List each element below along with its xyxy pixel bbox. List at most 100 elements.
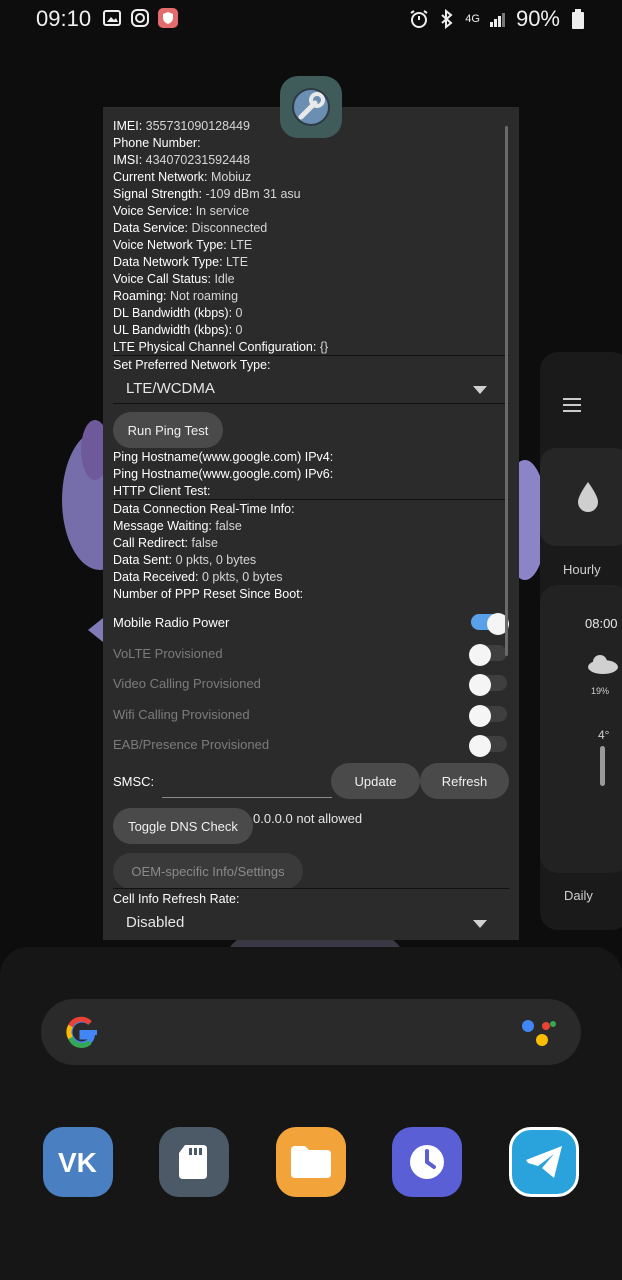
google-logo-icon[interactable]	[63, 1013, 101, 1051]
cloud-icon	[588, 655, 618, 674]
status-time: 09:10	[36, 6, 92, 31]
alarm-icon	[409, 9, 429, 29]
switch-thumb	[469, 674, 491, 696]
cell-refresh-spinner[interactable]: Disabled	[113, 908, 509, 938]
info-label: Data Received:	[113, 570, 199, 584]
info-row: LTE Physical Channel Configuration: {}	[113, 339, 328, 356]
info-row: Data Sent: 0 pkts, 0 bytes	[113, 552, 256, 569]
google-search-bar[interactable]	[41, 999, 581, 1065]
info-value: LTE	[230, 238, 253, 252]
menu-icon[interactable]	[563, 396, 581, 414]
divider	[113, 403, 509, 404]
info-label: Data Network Type:	[113, 255, 223, 269]
info-label: Voice Call Status:	[113, 272, 211, 286]
info-value: Not roaming	[169, 289, 239, 303]
info-label: IMEI:	[113, 119, 143, 133]
info-label: Data Connection Real-Time Info:	[113, 502, 295, 516]
info-label: Phone Number:	[113, 136, 201, 150]
run-ping-test-button[interactable]: Run Ping Test	[113, 412, 223, 448]
google-assistant-icon[interactable]	[520, 1016, 558, 1048]
dialog-scrollbar[interactable]	[505, 126, 508, 656]
info-row: Call Redirect: false	[113, 535, 218, 552]
preferred-network-value: LTE/WCDMA	[126, 380, 215, 397]
info-value: Mobiuz	[210, 170, 252, 184]
battery-icon	[568, 9, 588, 29]
info-row: Message Waiting: false	[113, 518, 242, 535]
info-value: 434070231592448	[145, 153, 250, 167]
switch-label: EAB/Presence Provisioned	[113, 737, 270, 752]
info-label: Current Network:	[113, 170, 208, 184]
info-label: Number of PPP Reset Since Boot:	[113, 587, 304, 601]
smsc-input[interactable]	[162, 770, 332, 798]
info-label: Ping Hostname(www.google.com) IPv6:	[113, 467, 334, 481]
preferred-network-label: Set Preferred Network Type:	[113, 358, 271, 372]
clock-app-icon[interactable]	[392, 1127, 462, 1197]
toggle-switch[interactable]	[469, 704, 507, 727]
switch-thumb	[469, 735, 491, 757]
info-label: HTTP Client Test:	[113, 484, 211, 498]
info-row: Current Network: Mobiuz	[113, 169, 251, 186]
sd-card-app-icon[interactable]	[159, 1127, 229, 1197]
update-button[interactable]: Update	[331, 763, 420, 799]
info-row: Voice Network Type: LTE	[113, 237, 252, 254]
info-row: Roaming: Not roaming	[113, 288, 238, 305]
info-row: IMSI: 434070231592448	[113, 152, 250, 169]
toggle-switch[interactable]	[469, 643, 507, 666]
svg-text:VK: VK	[58, 1148, 97, 1176]
wrench-globe-icon	[292, 88, 330, 126]
files-app-icon[interactable]	[276, 1127, 346, 1197]
water-drop-icon	[578, 482, 598, 512]
gallery-notification-icon	[102, 8, 122, 28]
vk-app-icon[interactable]: VK	[43, 1127, 113, 1197]
dropdown-arrow-icon	[473, 920, 487, 928]
precipitation-value: 19%	[591, 686, 610, 696]
info-row: Data Network Type: LTE	[113, 254, 248, 271]
info-label: DL Bandwidth (kbps):	[113, 306, 233, 320]
switch-row: Video Calling Provisioned	[113, 672, 509, 696]
toggle-switch[interactable]	[469, 674, 507, 696]
toggle-switch[interactable]	[469, 735, 507, 757]
telegram-app-icon[interactable]	[509, 1127, 579, 1197]
bluetooth-icon	[437, 9, 457, 29]
info-value: false	[215, 519, 242, 533]
radio-info-app-icon	[280, 76, 342, 138]
info-label: Call Redirect:	[113, 536, 189, 550]
oem-settings-button[interactable]: OEM-specific Info/Settings	[113, 853, 303, 889]
info-value: In service	[195, 204, 250, 218]
info-value: Disconnected	[191, 221, 268, 235]
smsc-label: SMSC:	[113, 774, 155, 789]
info-value: -109 dBm 31 asu	[205, 187, 301, 201]
refresh-button[interactable]: Refresh	[420, 763, 509, 799]
info-row: HTTP Client Test:	[113, 483, 211, 500]
info-row: Ping Hostname(www.google.com) IPv4:	[113, 449, 333, 466]
temperature-value: 4°	[598, 728, 610, 742]
switch-row: VoLTE Provisioned	[113, 642, 509, 666]
temperature-bar	[600, 746, 605, 786]
info-label: Voice Service:	[113, 204, 193, 218]
preferred-network-spinner[interactable]: LTE/WCDMA	[113, 374, 509, 404]
signal-icon	[488, 9, 508, 29]
info-label: Message Waiting:	[113, 519, 212, 533]
status-bar: 09:10 4G 90%	[0, 0, 622, 38]
divider	[113, 499, 509, 500]
info-row: Data Service: Disconnected	[113, 220, 267, 237]
info-label: Ping Hostname(www.google.com) IPv4:	[113, 450, 334, 464]
instagram-notification-icon	[130, 8, 150, 28]
info-row: Phone Number:	[113, 135, 201, 152]
weather-current-card[interactable]	[540, 448, 622, 546]
info-label: Data Sent:	[113, 553, 173, 567]
toggle-dns-check-button[interactable]: Toggle DNS Check	[113, 808, 253, 844]
home-dock	[0, 947, 622, 1280]
info-label: Signal Strength:	[113, 187, 202, 201]
switch-label: Video Calling Provisioned	[113, 676, 261, 691]
info-row: Ping Hostname(www.google.com) IPv6:	[113, 466, 333, 483]
toggle-switch[interactable]	[471, 613, 509, 635]
hourly-time: 08:00	[585, 616, 618, 631]
info-value: 0	[235, 323, 243, 337]
security-notification-icon	[158, 8, 178, 28]
dropdown-arrow-icon	[473, 386, 487, 394]
info-row: Voice Service: In service	[113, 203, 249, 220]
info-row: Data Received: 0 pkts, 0 bytes	[113, 569, 283, 586]
switch-row: Mobile Radio Power	[113, 611, 509, 635]
info-value: 0 pkts, 0 bytes	[175, 553, 257, 567]
